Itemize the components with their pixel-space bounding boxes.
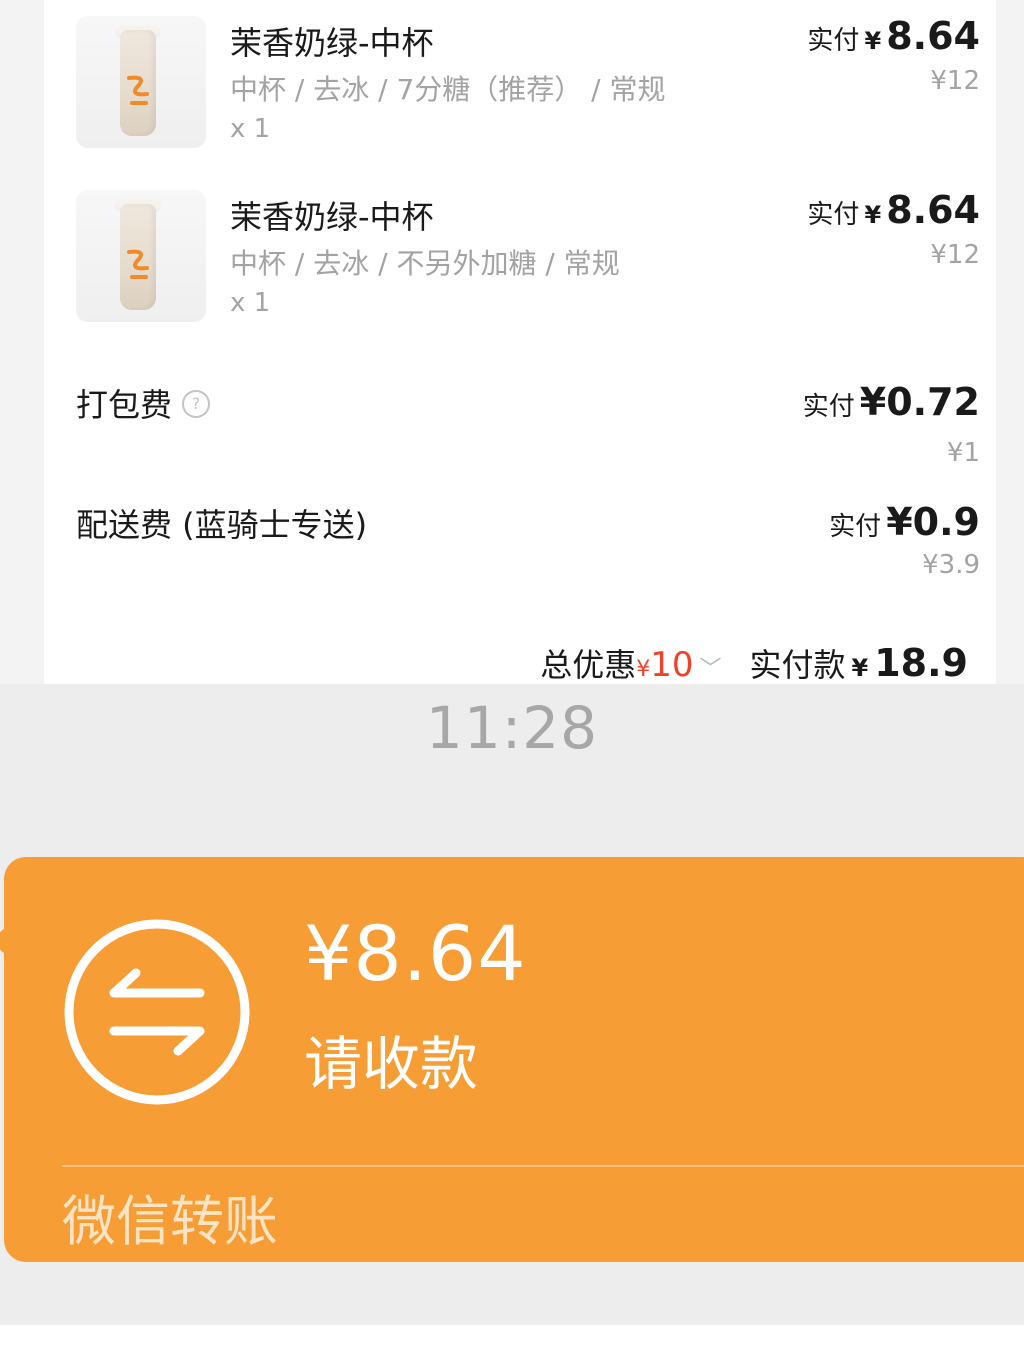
chat-area: 11:28 ¥8.64 请收款 微信转账 <box>0 684 1024 1325</box>
packing-fee-row: 打包费? 实付 ¥0.72 ¥1 <box>76 380 980 480</box>
bubble-divider <box>62 1165 1024 1167</box>
transfer-status: 请收款 <box>304 1030 479 1098</box>
delivery-fee-original: ¥3.9 <box>922 550 980 580</box>
total-currency: ¥ <box>851 654 869 682</box>
bubble-tail <box>0 927 6 955</box>
order-summary-screen: 茉香奶绿-中杯 中杯 / 去冰 / 7分糖（推荐） / 常规 x 1 实付 ¥ … <box>0 0 1024 684</box>
product-name: 茉香奶绿-中杯 <box>230 198 434 236</box>
paid-currency: ¥ <box>864 27 882 55</box>
packing-fee-label: 打包费 <box>76 386 173 424</box>
packing-fee-original: ¥1 <box>946 438 980 468</box>
delivery-fee-row: 配送费 (蓝骑士专送) 实付 ¥0.9 ¥3.9 <box>76 500 980 590</box>
product-spec: 中杯 / 去冰 / 不另外加糖 / 常规 <box>230 247 620 280</box>
total-amount: 18.9 <box>874 641 968 684</box>
product-original-price: ¥12 <box>930 66 980 96</box>
paid-currency: ¥ <box>864 201 882 229</box>
packing-fee-label-group: 打包费? <box>76 380 211 426</box>
product-name: 茉香奶绿-中杯 <box>230 24 434 62</box>
product-quantity: x 1 <box>230 114 271 144</box>
chevron-down-icon[interactable]: ﹀ <box>700 657 722 682</box>
wechat-transfer-bubble[interactable]: ¥8.64 请收款 微信转账 <box>0 857 1024 1262</box>
total-label: 实付款 <box>749 646 846 684</box>
order-item[interactable]: 茉香奶绿-中杯 中杯 / 去冰 / 7分糖（推荐） / 常规 x 1 实付 ¥ … <box>76 12 980 152</box>
product-paid-price: 实付 ¥ 8.64 <box>807 14 980 58</box>
discount-currency: ¥ <box>636 657 651 682</box>
chat-timestamp: 11:28 <box>425 694 599 762</box>
paid-label: 实付 <box>807 200 860 230</box>
paid-label: 实付 <box>807 26 860 56</box>
discount-amount: 10 <box>650 645 694 684</box>
paid-label: 实付 <box>802 392 855 422</box>
paid-amount: ¥0.72 <box>859 380 980 424</box>
delivery-fee-label: 配送费 (蓝骑士专送) <box>76 506 368 544</box>
product-paid-price: 实付 ¥ 8.64 <box>807 188 980 232</box>
transfer-amount: ¥8.64 <box>304 909 527 998</box>
transfer-arrows-icon <box>64 919 250 1105</box>
bottom-strip <box>0 1325 1024 1365</box>
order-total-summary: 总优惠¥10 ﹀ 实付款 ¥18.9 <box>540 640 968 684</box>
paid-amount: 8.64 <box>886 188 980 232</box>
product-thumbnail <box>76 190 206 322</box>
packing-fee-paid: 实付 ¥0.72 <box>803 380 980 424</box>
order-item[interactable]: 茉香奶绿-中杯 中杯 / 去冰 / 不另外加糖 / 常规 x 1 实付 ¥ 8.… <box>76 186 980 326</box>
product-quantity: x 1 <box>230 288 271 318</box>
brand-swirl-icon <box>127 75 149 105</box>
brand-swirl-icon <box>127 249 149 279</box>
delivery-fee-paid: 实付 ¥0.9 <box>829 500 980 544</box>
product-thumbnail <box>76 16 206 148</box>
question-circle-icon[interactable]: ? <box>182 390 211 418</box>
product-original-price: ¥12 <box>930 240 980 270</box>
product-spec: 中杯 / 去冰 / 7分糖（推荐） / 常规 <box>230 73 666 106</box>
paid-label: 实付 <box>829 512 882 542</box>
paid-amount: 8.64 <box>886 14 980 58</box>
paid-amount: ¥0.9 <box>886 500 980 544</box>
discount-label: 总优惠 <box>540 646 637 684</box>
order-card: 茉香奶绿-中杯 中杯 / 去冰 / 7分糖（推荐） / 常规 x 1 实付 ¥ … <box>44 0 996 684</box>
transfer-source-label: 微信转账 <box>62 1190 278 1253</box>
